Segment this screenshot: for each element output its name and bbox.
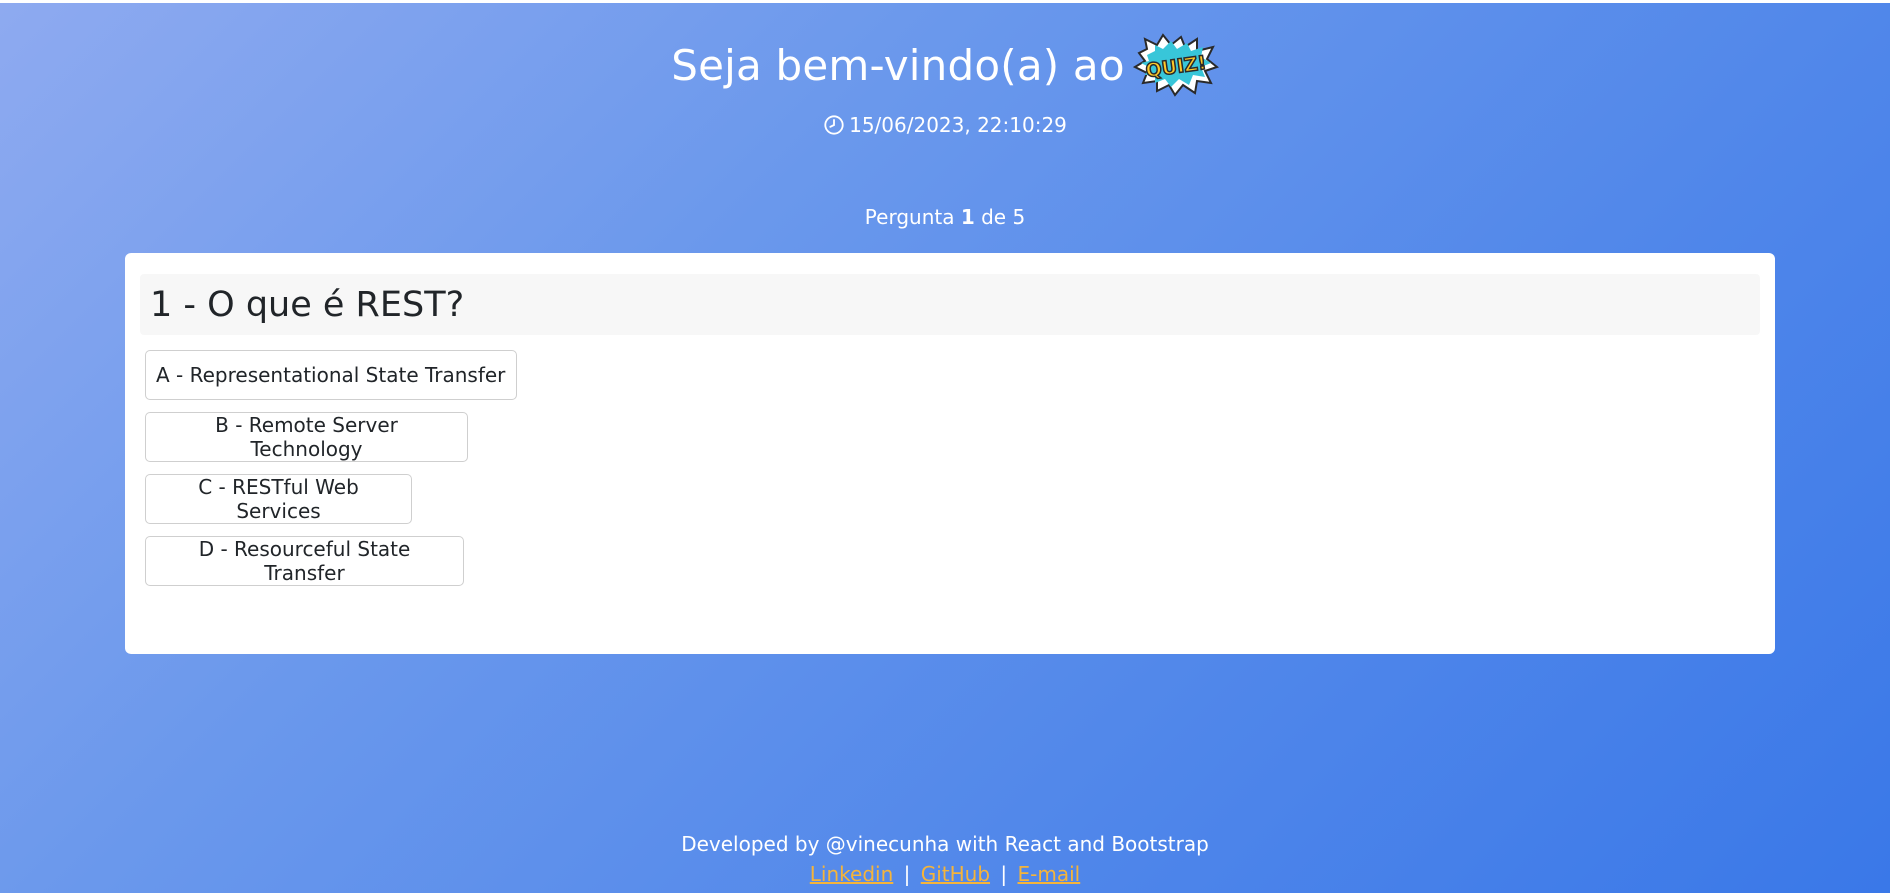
page-header: Seja bem-vindo(a) ao QUIZ! [0,33,1890,97]
question-card: 1 - O que é REST? A - Representational S… [125,253,1775,654]
page-title: Seja bem-vindo(a) ao [671,40,1125,90]
answer-option-b[interactable]: B - Remote Server Technology [145,412,468,462]
footer-links: Linkedin | GitHub | E-mail [0,859,1890,889]
datetime-text: 15/06/2023, 22:10:29 [849,113,1067,137]
progress-middle: de [981,205,1007,229]
email-link[interactable]: E-mail [1018,862,1081,886]
answer-option-a[interactable]: A - Representational State Transfer [145,350,517,400]
question-progress: Pergunta 1 de 5 [0,205,1890,229]
progress-current: 1 [960,205,975,229]
footer-separator: | [903,862,911,886]
answer-option-d[interactable]: D - Resourceful State Transfer [145,536,464,586]
footer-separator: | [1000,862,1008,886]
answer-option-c[interactable]: C - RESTful Web Services [145,474,412,524]
linkedin-link[interactable]: Linkedin [810,862,893,886]
quiz-logo: QUIZ! [1132,33,1219,97]
page-footer: Developed by @vinecunha with React and B… [0,829,1890,889]
github-link[interactable]: GitHub [921,862,990,886]
answer-options: A - Representational State Transfer B - … [140,350,1760,586]
clock-icon [824,115,844,135]
datetime-display: 15/06/2023, 22:10:29 [0,113,1890,137]
question-title: 1 - O que é REST? [140,274,1760,335]
progress-total: 5 [1012,205,1026,229]
footer-credit: Developed by @vinecunha with React and B… [681,832,1209,856]
progress-prefix: Pergunta [864,205,955,229]
